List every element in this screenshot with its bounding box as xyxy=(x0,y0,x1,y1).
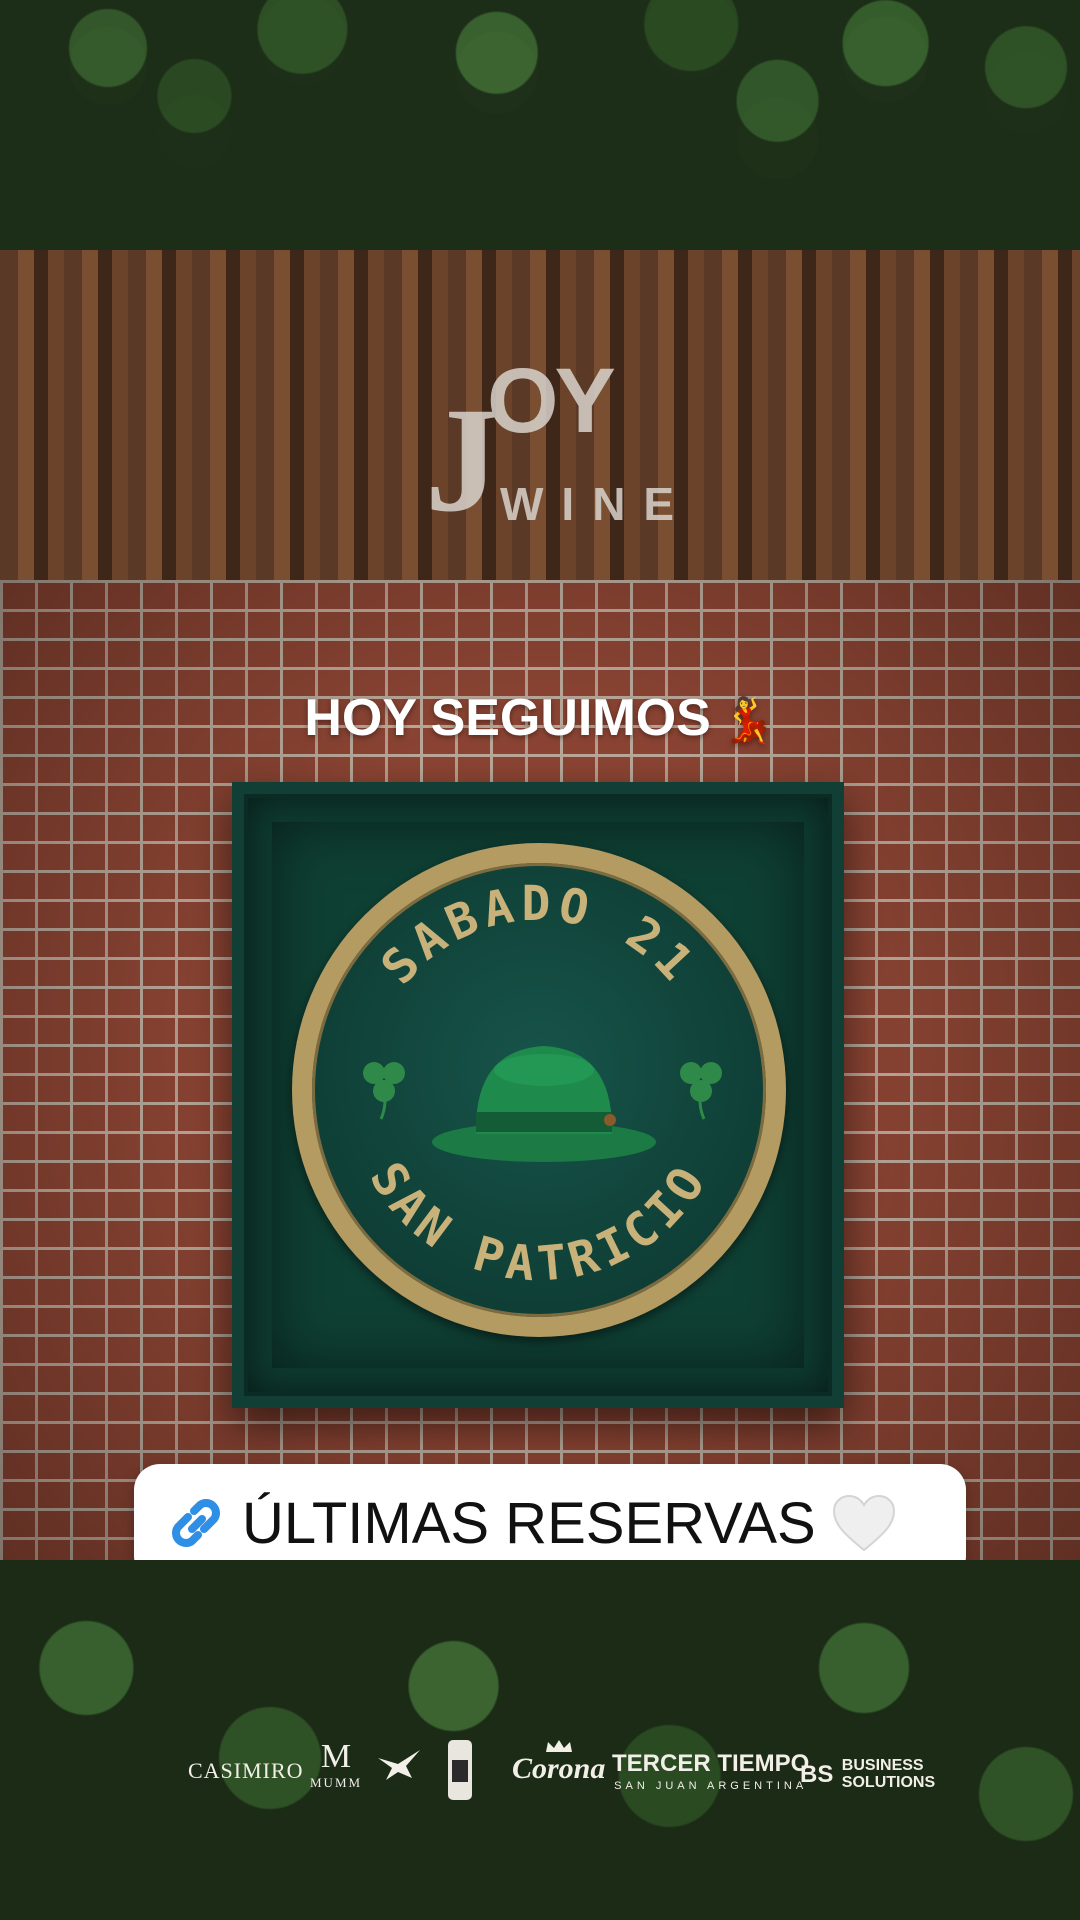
shamrock-icon xyxy=(363,1062,405,1120)
shamrock-icon xyxy=(680,1062,722,1120)
joy-wine-logo: J OY WINE xyxy=(425,350,674,545)
sign-bottom-text: SAN PATRICIO xyxy=(359,1153,720,1293)
sponsor-mumm: M MUMM xyxy=(310,1740,362,1792)
beer-can-icon xyxy=(448,1740,472,1800)
reservations-label: ÚLTIMAS RESERVAS xyxy=(242,1490,816,1556)
tercer-tiempo-name: TERCER TIEMPO xyxy=(612,1750,810,1777)
headline-text: HOY SEGUIMOS xyxy=(304,689,711,747)
eagle-emblem-icon xyxy=(378,1750,420,1780)
sponsor-tercer-tiempo: TERCER TIEMPO SAN JUAN ARGENTINA xyxy=(612,1750,809,1792)
mumm-name: MUMM xyxy=(310,1775,363,1790)
link-icon xyxy=(172,1499,220,1547)
story-canvas: J OY WINE HOY SEGUIMOS 💃 SABADO 21 SAN PA… xyxy=(0,0,1080,1920)
sponsor-logos: CASIMIRO M MUMM Corona TERCER TIEMPO SAN… xyxy=(0,1738,1080,1808)
business-line2: SOLUTIONS xyxy=(841,1773,936,1791)
sponsor-corona: Corona xyxy=(512,1752,606,1785)
tercer-tiempo-sub: SAN JUAN ARGENTINA xyxy=(614,1780,808,1792)
sign-top-text: SABADO 21 xyxy=(370,876,707,995)
logo-letters: OY xyxy=(487,350,616,452)
business-mark: BS xyxy=(800,1760,834,1788)
logo-sub: WINE xyxy=(500,478,693,530)
sponsor-casimiro: CASIMIRO xyxy=(188,1758,304,1783)
dancer-emoji-icon: 💃 xyxy=(720,696,776,745)
clover-leaves-overlay xyxy=(0,0,1080,240)
headline: HOY SEGUIMOS 💃 xyxy=(0,688,1080,748)
white-heart-icon xyxy=(832,1494,895,1552)
mumm-mark: M xyxy=(320,1738,352,1775)
business-line1: BUSINESS xyxy=(841,1757,924,1774)
sponsor-business-solutions: BS BUSINESS SOLUTIONS xyxy=(800,1757,936,1792)
bowler-hat-icon xyxy=(432,1046,656,1162)
